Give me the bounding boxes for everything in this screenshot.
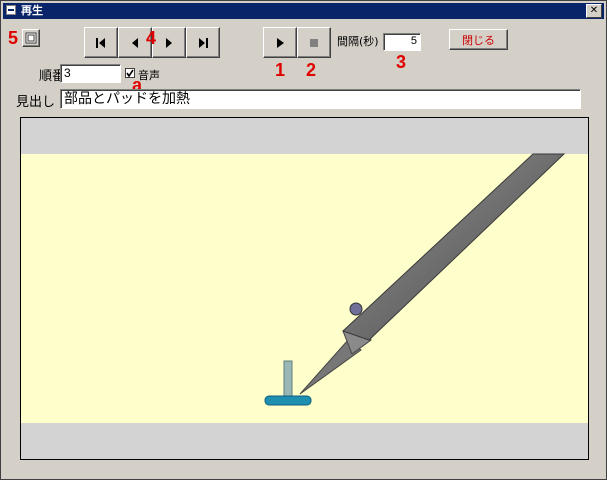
interval-label: 間隔(秒): [337, 35, 379, 48]
last-icon: [199, 37, 208, 48]
first-record-button[interactable]: [84, 27, 118, 58]
next-icon: [166, 37, 172, 48]
stop-button[interactable]: [297, 27, 331, 58]
marker-1: 1: [275, 60, 286, 80]
close-button[interactable]: 閉じる: [449, 29, 508, 50]
heading-field[interactable]: 部品とパッドを加熱: [60, 89, 581, 109]
heading-label: 見出し: [16, 95, 56, 110]
marker-4: 4: [146, 28, 157, 48]
window-close-button[interactable]: ✕: [586, 4, 602, 18]
stop-icon: [310, 38, 318, 47]
soldering-illustration: [21, 153, 588, 423]
marker-2: 2: [306, 60, 317, 80]
window-title: 再生: [21, 4, 43, 17]
window-icon: [6, 5, 16, 15]
marker-3: 3: [396, 52, 407, 72]
interval-input[interactable]: 5: [383, 33, 421, 51]
last-record-button[interactable]: [186, 27, 220, 58]
order-field[interactable]: 3: [60, 64, 121, 83]
title-bar: 再生 ✕: [3, 3, 604, 19]
settings-button[interactable]: [22, 29, 40, 47]
first-icon: [96, 37, 105, 48]
prev-icon: [132, 37, 138, 48]
next-record-button[interactable]: [152, 27, 186, 58]
play-button[interactable]: [263, 27, 297, 58]
marker-5: 5: [8, 28, 19, 48]
app-window: 再生 ✕ 5 4 1 2 間隔(秒) 5 3 閉じる 順番 3 音声 a 見出し…: [0, 0, 607, 480]
animation-viewer: [20, 117, 589, 460]
settings-icon: [25, 32, 37, 44]
play-icon: [277, 37, 284, 48]
